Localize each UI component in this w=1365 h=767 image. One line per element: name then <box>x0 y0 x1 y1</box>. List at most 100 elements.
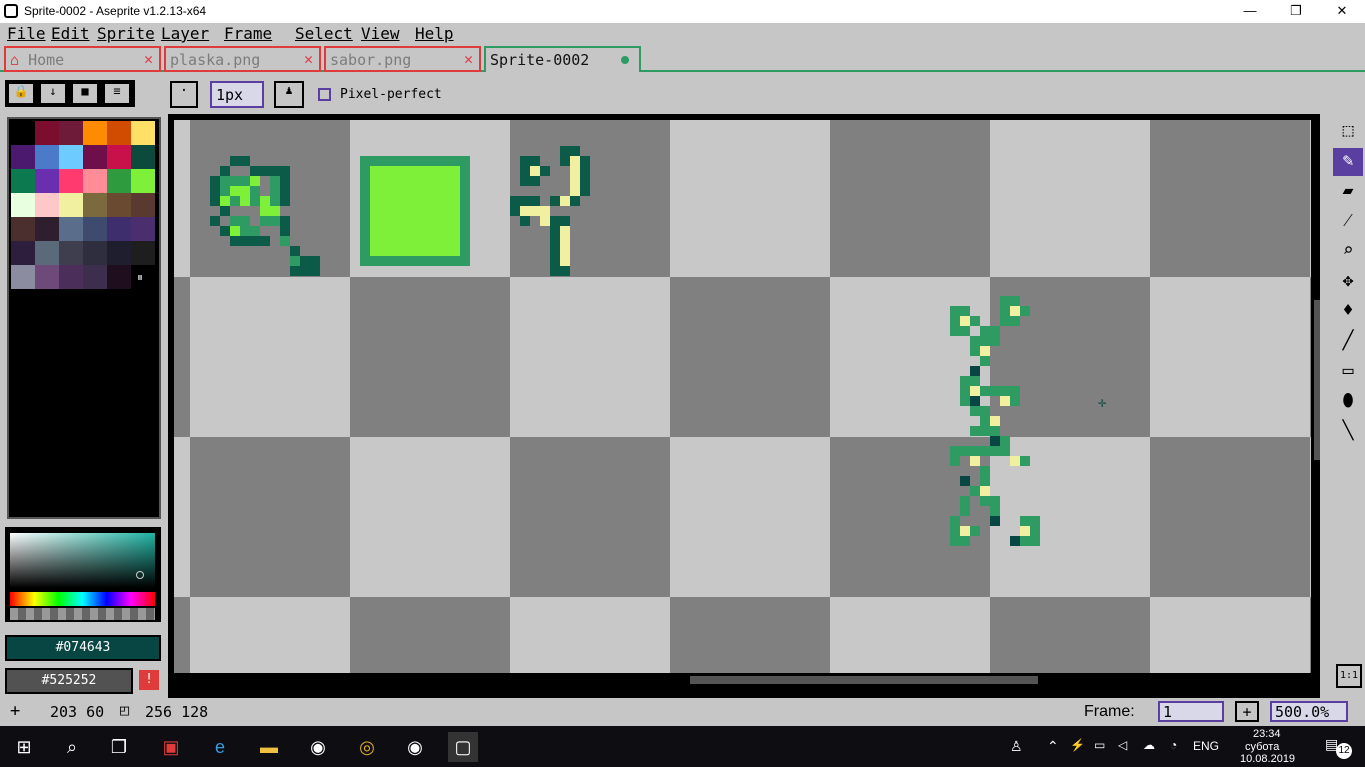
ink-icon[interactable]: ♟ <box>274 81 304 108</box>
pencil-tool-icon[interactable]: ✎ <box>1333 148 1363 176</box>
palette-swatch[interactable] <box>83 217 107 241</box>
app-red-icon[interactable]: ▣ <box>156 732 186 762</box>
eyedropper-tool-icon[interactable]: ⁄ <box>1333 208 1363 236</box>
palette-swatch[interactable] <box>83 265 107 289</box>
background-color-button[interactable]: #525252 <box>5 668 133 694</box>
maximize-button[interactable]: ❐ <box>1273 0 1319 23</box>
tab-plaska[interactable]: plaska.png ✕ <box>164 46 321 72</box>
palette-swatch[interactable] <box>35 193 59 217</box>
palette-swatch[interactable] <box>131 193 155 217</box>
palette-resize-icon[interactable]: ⏸ <box>137 270 143 285</box>
tab-home[interactable]: ⌂ Home ✕ <box>4 46 161 72</box>
hue-slider[interactable] <box>10 592 155 606</box>
palette-swatch[interactable] <box>11 193 35 217</box>
palette-swatch[interactable] <box>11 265 35 289</box>
clock-time[interactable]: 23:34 <box>1253 728 1281 740</box>
canvas[interactable]: ✛ <box>174 120 1311 673</box>
palette-swatch[interactable] <box>107 217 131 241</box>
add-frame-button[interactable]: + <box>1235 701 1259 722</box>
rectangle-tool-icon[interactable]: ▭ <box>1333 358 1363 386</box>
tab-close-icon[interactable]: ✕ <box>144 50 153 68</box>
close-button[interactable]: ✕ <box>1319 0 1365 23</box>
palette-swatch[interactable] <box>107 145 131 169</box>
people-icon[interactable]: ♙ <box>1010 738 1023 755</box>
marquee-tool-icon[interactable]: ⬚ <box>1333 118 1363 146</box>
blur-tool-icon[interactable]: ╲ <box>1333 418 1363 446</box>
task-view-icon[interactable]: ❐ <box>104 732 134 762</box>
tab-sabor[interactable]: sabor.png ✕ <box>324 46 481 72</box>
color-spectrum[interactable] <box>10 533 155 588</box>
alpha-slider[interactable] <box>10 608 155 620</box>
palette-swatch[interactable] <box>83 193 107 217</box>
menu-help[interactable]: Help <box>415 24 454 43</box>
zoom-tool-icon[interactable]: ⌕ <box>1333 238 1363 266</box>
brush-size-input[interactable]: 1px <box>210 81 264 108</box>
palette-swatch[interactable] <box>83 121 107 145</box>
palette-swatch[interactable] <box>59 265 83 289</box>
steam-2-icon[interactable]: ◉ <box>400 732 430 762</box>
search-icon[interactable]: ⌕ <box>57 732 87 762</box>
palette-swatch[interactable] <box>107 121 131 145</box>
zoom-input[interactable]: 500.0% <box>1270 701 1348 722</box>
palette-swatch[interactable] <box>107 193 131 217</box>
menu-frame[interactable]: Frame <box>224 24 272 43</box>
menu-layer[interactable]: Layer <box>161 24 209 43</box>
pixel-perfect-checkbox[interactable] <box>318 88 331 101</box>
fill-tool-icon[interactable]: ♦ <box>1333 298 1363 326</box>
volume-icon[interactable]: ◁ <box>1118 738 1127 752</box>
palette-swatch[interactable] <box>35 169 59 193</box>
chevron-up-icon[interactable]: ⌃ <box>1047 738 1059 755</box>
wifi-icon[interactable]: ◔ <box>1170 738 1177 752</box>
sort-icon[interactable]: ↓ <box>39 82 67 105</box>
palette-swatch[interactable] <box>131 145 155 169</box>
clock-day[interactable]: субота <box>1245 741 1279 753</box>
menu-select[interactable]: Select <box>295 24 353 43</box>
palette-swatch[interactable] <box>59 169 83 193</box>
tab-close-icon[interactable]: ✕ <box>464 50 473 68</box>
palette-swatch[interactable] <box>59 217 83 241</box>
palette-swatch[interactable] <box>107 169 131 193</box>
lock-icon[interactable]: 🔒 <box>7 82 35 105</box>
move-tool-icon[interactable]: ✥ <box>1333 268 1363 296</box>
steam-icon[interactable]: ◉ <box>303 732 333 762</box>
palette-swatch[interactable] <box>35 121 59 145</box>
palette-swatch[interactable] <box>35 265 59 289</box>
brush-type-button[interactable]: · <box>170 81 198 108</box>
palette-swatch[interactable] <box>11 217 35 241</box>
palette-swatch[interactable] <box>131 169 155 193</box>
palette-swatch[interactable] <box>35 145 59 169</box>
palette-swatch[interactable] <box>59 121 83 145</box>
presets-icon[interactable]: ■ <box>71 82 99 105</box>
palette-swatch[interactable] <box>11 145 35 169</box>
file-explorer-icon[interactable]: ▬ <box>254 732 284 762</box>
foreground-color-button[interactable]: #074643 <box>5 635 161 661</box>
tab-close-icon[interactable]: ✕ <box>304 50 313 68</box>
menu-edit[interactable]: Edit <box>51 24 90 43</box>
picker-handle-icon[interactable] <box>136 571 144 579</box>
palette-swatch[interactable] <box>11 169 35 193</box>
horizontal-scroll-thumb[interactable] <box>690 676 1038 684</box>
network-icon[interactable]: ⚡ <box>1070 738 1085 752</box>
clock-date[interactable]: 10.08.2019 <box>1240 753 1295 765</box>
palette-swatch[interactable] <box>11 121 35 145</box>
palette-swatch[interactable] <box>83 241 107 265</box>
language-indicator[interactable]: ENG <box>1193 739 1219 753</box>
chrome-icon[interactable]: ◎ <box>352 732 382 762</box>
palette-swatch[interactable] <box>107 265 131 289</box>
palette-swatch[interactable] <box>35 241 59 265</box>
palette-swatch[interactable] <box>59 241 83 265</box>
palette-swatch[interactable] <box>35 217 59 241</box>
eraser-tool-icon[interactable]: ▰ <box>1333 178 1363 206</box>
palette-swatch[interactable] <box>131 217 155 241</box>
tab-sprite-0002[interactable]: Sprite-0002 <box>484 46 641 74</box>
edge-icon[interactable]: e <box>205 732 235 762</box>
aseprite-icon[interactable]: ▢ <box>448 732 478 762</box>
palette-swatch[interactable] <box>83 145 107 169</box>
contour-tool-icon[interactable]: ⬮ <box>1333 388 1363 416</box>
warning-icon[interactable]: ! <box>139 670 159 690</box>
frame-input[interactable]: 1 <box>1158 701 1224 722</box>
menu-sprite[interactable]: Sprite <box>97 24 155 43</box>
options-icon[interactable]: ≡ <box>103 82 131 105</box>
menu-file[interactable]: File <box>7 24 46 43</box>
palette-swatch[interactable] <box>11 241 35 265</box>
